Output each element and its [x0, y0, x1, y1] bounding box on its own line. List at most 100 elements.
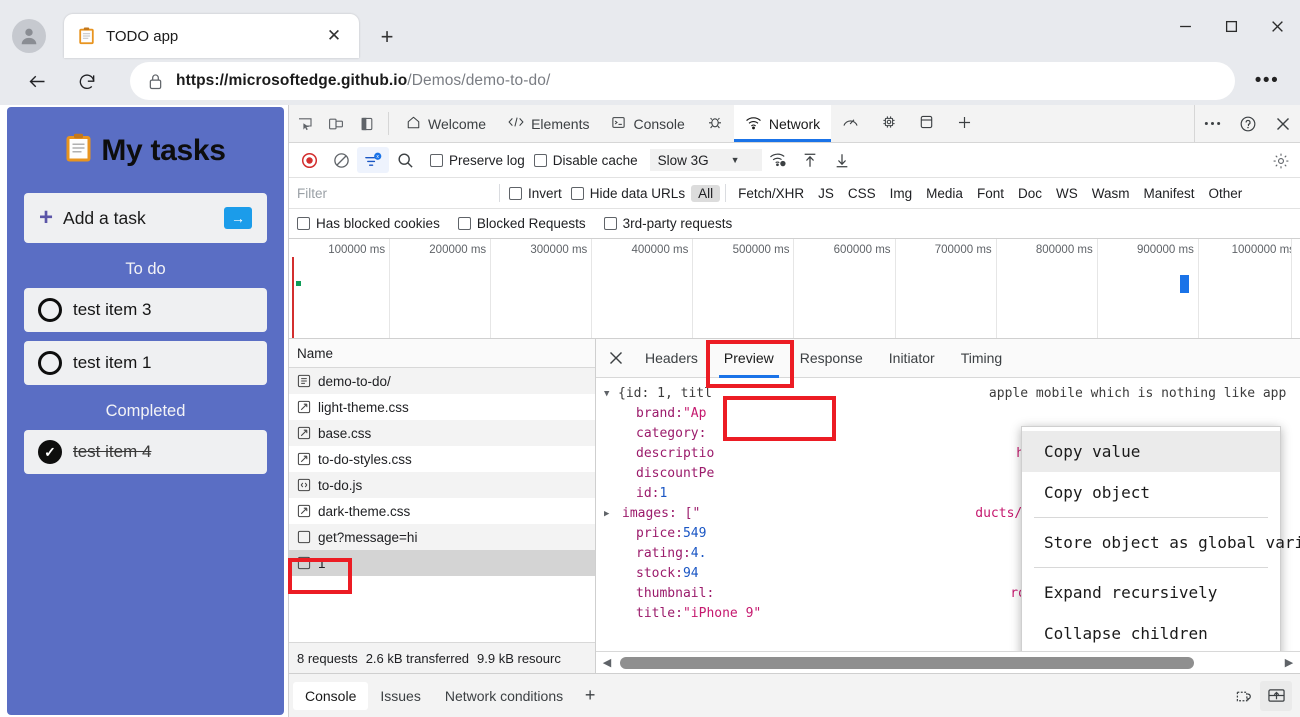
table-row[interactable]: demo-to-do/ [289, 368, 595, 394]
table-row[interactable]: 1 [289, 550, 595, 576]
add-panel-button[interactable] [945, 105, 984, 142]
third-party-requests-checkbox[interactable]: 3rd-party requests [604, 216, 733, 231]
menu-item-collapse-children[interactable]: Collapse children [1022, 613, 1280, 651]
filter-input[interactable]: Filter [289, 186, 499, 201]
screencast-icon[interactable] [1228, 681, 1260, 711]
invert-checkbox[interactable]: Invert [509, 186, 562, 201]
tab-response[interactable]: Response [787, 339, 876, 378]
blocked-requests-checkbox[interactable]: Blocked Requests [458, 216, 586, 231]
filter-type-doc[interactable]: Doc [1011, 185, 1049, 202]
disable-cache-checkbox[interactable]: Disable cache [534, 153, 638, 168]
tab-network[interactable]: Network [734, 105, 831, 142]
address-bar[interactable]: https://microsoftedge.github.io/Demos/de… [130, 62, 1235, 100]
list-item[interactable]: test item 1 [24, 341, 267, 385]
minimize-icon[interactable] [1162, 0, 1208, 52]
tab-timing[interactable]: Timing [948, 339, 1016, 378]
menu-item-copy-value[interactable]: Copy value [1022, 431, 1280, 472]
browser-tab[interactable]: TODO app ✕ [64, 14, 359, 58]
tab-preview[interactable]: Preview [711, 339, 787, 378]
tab-initiator[interactable]: Initiator [876, 339, 948, 378]
browser-more-icon[interactable]: ••• [1250, 66, 1284, 96]
table-row[interactable]: to-do.js [289, 472, 595, 498]
task-checkbox-icon[interactable] [38, 298, 62, 322]
drawer-tab-network-conditions[interactable]: Network conditions [433, 682, 575, 710]
json-line[interactable]: ▼ {id: 1, titl apple mobile which is not… [604, 384, 1300, 404]
chevron-down-icon[interactable]: ▼ [604, 384, 618, 404]
json-preview-tree[interactable]: ▼ {id: 1, titl apple mobile which is not… [596, 378, 1300, 651]
filter-type-ws[interactable]: WS [1049, 185, 1085, 202]
close-devtools-icon[interactable] [1265, 105, 1300, 143]
reload-icon[interactable] [68, 63, 106, 101]
record-icon[interactable] [293, 147, 325, 173]
has-blocked-cookies-checkbox[interactable]: Has blocked cookies [297, 216, 440, 231]
list-item[interactable]: test item 3 [24, 288, 267, 332]
filter-type-media[interactable]: Media [919, 185, 970, 202]
new-tab-button[interactable]: + [372, 22, 402, 52]
tab-sources-debug[interactable] [696, 105, 734, 142]
table-row[interactable]: get?message=hi [289, 524, 595, 550]
menu-item-expand-recursively[interactable]: Expand recursively [1022, 572, 1280, 613]
settings-gear-icon[interactable] [1268, 148, 1294, 174]
filter-type-font[interactable]: Font [970, 185, 1011, 202]
tab-console[interactable]: Console [600, 105, 695, 142]
filter-type-img[interactable]: Img [883, 185, 920, 202]
filter-icon[interactable]: x [357, 147, 389, 173]
help-icon[interactable] [1230, 105, 1265, 143]
profile-avatar[interactable] [12, 19, 46, 53]
overview-scrollbar[interactable] [1291, 239, 1300, 338]
maximize-icon[interactable] [1208, 0, 1254, 52]
search-icon[interactable] [389, 147, 421, 173]
drawer-add-tab-icon[interactable]: + [575, 682, 605, 710]
throttling-select[interactable]: Slow 3G ▼ [650, 149, 762, 171]
hide-data-urls-checkbox[interactable]: Hide data URLs [571, 186, 685, 201]
filter-type-js[interactable]: JS [811, 185, 841, 202]
inspect-element-icon[interactable] [289, 105, 320, 142]
network-conditions-icon[interactable] [762, 147, 794, 173]
drawer-tab-issues[interactable]: Issues [368, 682, 432, 710]
scroll-right-icon[interactable]: ▶ [1282, 656, 1296, 669]
scroll-left-icon[interactable]: ◀ [600, 656, 614, 669]
preserve-log-checkbox[interactable]: Preserve log [430, 153, 525, 168]
import-har-icon[interactable] [794, 147, 826, 173]
menu-item-store-as-global[interactable]: Store object as global variable [1022, 522, 1280, 563]
tab-welcome[interactable]: Welcome [395, 105, 497, 142]
task-checkbox-icon[interactable] [38, 351, 62, 375]
tab-headers[interactable]: Headers [632, 339, 711, 378]
tab-elements[interactable]: Elements [497, 105, 600, 142]
task-checkbox-checked-icon[interactable]: ✓ [38, 440, 62, 464]
filter-type-manifest[interactable]: Manifest [1136, 185, 1201, 202]
clear-icon[interactable] [325, 147, 357, 173]
scrollbar-thumb[interactable] [620, 657, 1194, 669]
menu-item-copy-object[interactable]: Copy object [1022, 472, 1280, 513]
close-window-icon[interactable] [1254, 0, 1300, 52]
submit-task-button[interactable]: → [224, 207, 252, 229]
scrollbar-track[interactable] [614, 657, 1282, 669]
network-overview-timeline[interactable]: 100000 ms 200000 ms 300000 ms 400000 ms … [289, 239, 1300, 339]
table-row[interactable]: dark-theme.css [289, 498, 595, 524]
tab-close-icon[interactable]: ✕ [321, 23, 347, 49]
add-task-input[interactable]: + Add a task → [24, 193, 267, 243]
dock-drawer-icon[interactable] [1260, 681, 1292, 711]
json-line[interactable]: brand: "Ap [604, 404, 1300, 424]
chevron-right-icon[interactable]: ▶ [604, 504, 618, 524]
tab-application[interactable] [908, 105, 945, 142]
device-emulation-icon[interactable] [320, 105, 351, 142]
more-options-icon[interactable] [1195, 105, 1230, 143]
dock-side-icon[interactable] [351, 105, 382, 142]
drawer-tab-console[interactable]: Console [293, 682, 368, 710]
export-har-icon[interactable] [826, 147, 858, 173]
table-row[interactable]: light-theme.css [289, 394, 595, 420]
filter-type-other[interactable]: Other [1202, 185, 1250, 202]
table-row[interactable]: base.css [289, 420, 595, 446]
table-row[interactable]: to-do-styles.css [289, 446, 595, 472]
filter-type-wasm[interactable]: Wasm [1085, 185, 1137, 202]
filter-type-css[interactable]: CSS [841, 185, 883, 202]
tab-memory[interactable] [870, 105, 908, 142]
horizontal-scrollbar[interactable]: ◀ ▶ [596, 651, 1300, 673]
filter-type-all[interactable]: All [691, 185, 720, 202]
list-item[interactable]: ✓ test item 4 [24, 430, 267, 474]
filter-type-fetch-xhr[interactable]: Fetch/XHR [731, 185, 811, 202]
tab-performance[interactable] [831, 105, 870, 142]
close-detail-icon[interactable] [600, 342, 632, 374]
back-icon[interactable] [18, 63, 56, 101]
